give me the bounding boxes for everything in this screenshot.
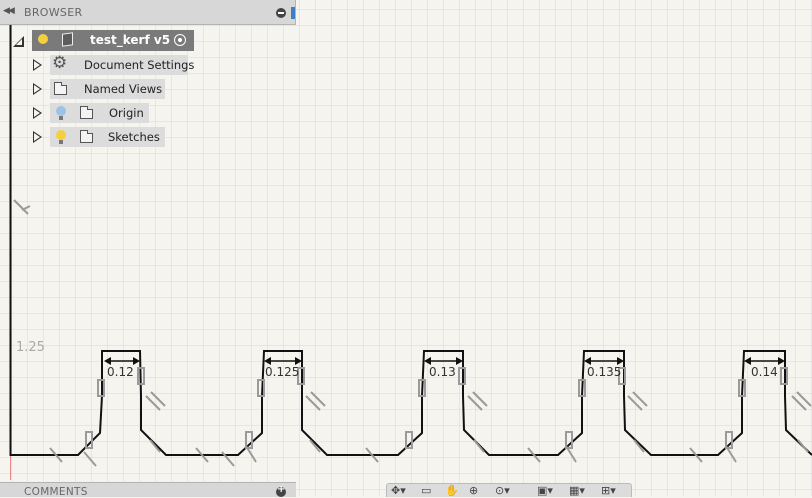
browser-item-label: Sketches: [108, 130, 160, 144]
browser-item-sketches[interactable]: Sketches: [50, 127, 165, 147]
zoom-icon[interactable]: ⊕: [469, 484, 478, 497]
root-label: test_kerf v5: [90, 33, 171, 47]
axis-label: 1.25: [16, 340, 45, 355]
browser-header: ◀◀ BROWSER: [0, 0, 296, 25]
comments-bar[interactable]: COMMENTS: [0, 482, 296, 498]
dimension-label[interactable]: 0.14: [751, 365, 778, 379]
collapse-icon[interactable]: ◀◀: [3, 6, 15, 16]
browser-item-document-settings[interactable]: Document Settings: [50, 55, 194, 75]
document-icon: [62, 32, 73, 47]
dimension-label[interactable]: 0.13: [429, 365, 456, 379]
expand-toggle-sketches[interactable]: [33, 131, 42, 143]
target-icon[interactable]: [174, 34, 186, 46]
browser-title: BROWSER: [24, 6, 83, 19]
display-icon[interactable]: ▣▾: [537, 484, 553, 497]
expand-toggle-origin[interactable]: [33, 107, 42, 119]
pan-icon[interactable]: ✋: [445, 484, 459, 497]
gear-icon: ⚙: [52, 53, 68, 73]
bulb-icon[interactable]: [56, 130, 66, 144]
bulb-icon[interactable]: [56, 106, 66, 120]
folder-icon: [80, 130, 93, 143]
expand-toggle-root[interactable]: [13, 36, 24, 47]
constraint-glyphs: [13, 199, 812, 467]
look-at-icon[interactable]: ▭: [421, 484, 431, 497]
bulb-icon[interactable]: [38, 34, 48, 48]
orbit-icon[interactable]: ✥▾: [391, 484, 406, 497]
browser-root-item[interactable]: test_kerf v5: [32, 30, 194, 51]
browser-item-origin[interactable]: Origin: [50, 103, 149, 123]
grid-icon[interactable]: ▦▾: [569, 484, 585, 497]
viewports-icon[interactable]: ⊞▾: [601, 484, 616, 497]
navigation-toolbar: ✥▾ ▭ ✋ ⊕ ⊙▾ ▣▾ ▦▾ ⊞▾: [386, 483, 632, 497]
minus-icon[interactable]: [276, 8, 286, 18]
fit-icon[interactable]: ⊙▾: [495, 484, 510, 497]
dimension-label[interactable]: 0.12: [107, 365, 134, 379]
browser-item-label: Named Views: [84, 82, 163, 96]
pin-icon[interactable]: [291, 7, 295, 19]
expand-toggle-document-settings[interactable]: [33, 59, 42, 71]
comments-title: COMMENTS: [24, 486, 88, 498]
dimension-label[interactable]: 0.135: [587, 365, 621, 379]
browser-item-label: Origin: [109, 106, 144, 120]
expand-toggle-named-views[interactable]: [33, 83, 42, 95]
browser-item-label: Document Settings: [84, 58, 195, 72]
folder-icon: [54, 82, 67, 95]
browser-item-named-views[interactable]: Named Views: [50, 79, 165, 99]
dimension-label[interactable]: 0.125: [265, 365, 299, 379]
folder-icon: [80, 106, 93, 119]
